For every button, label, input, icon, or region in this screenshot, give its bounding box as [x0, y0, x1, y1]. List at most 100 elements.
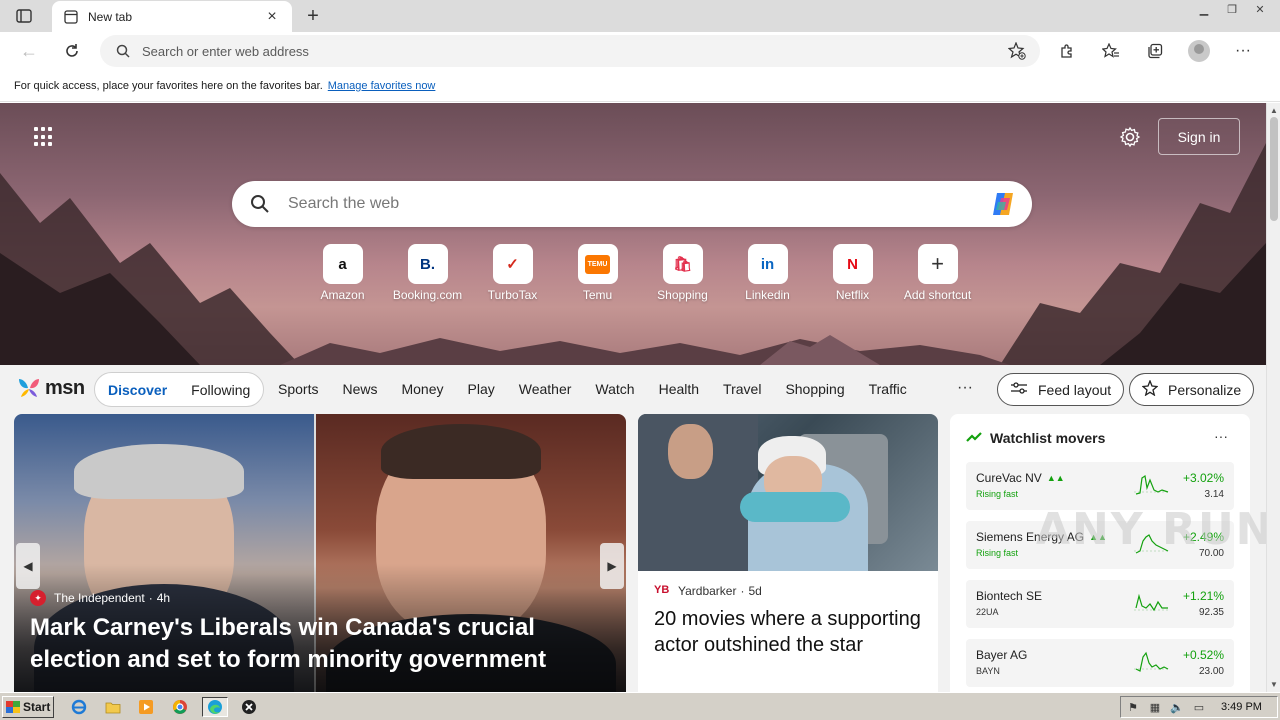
shortcut-label: Linkedin — [745, 288, 790, 302]
minimize-button[interactable]: ▁ — [1190, 0, 1218, 18]
restore-button[interactable]: ❐ — [1218, 0, 1246, 18]
puzzle-icon — [1061, 44, 1072, 58]
tab-actions-button[interactable] — [8, 6, 40, 26]
watchlist-more-button[interactable]: ··· — [1214, 428, 1228, 444]
favorites-button[interactable] — [1096, 38, 1126, 64]
shortcut-turbotax[interactable]: ✓ TurboTax — [470, 244, 555, 302]
apps-launcher-icon[interactable] — [34, 127, 54, 147]
close-tab-icon[interactable]: × — [264, 8, 280, 25]
carousel-next-button[interactable]: ▶ — [600, 543, 624, 589]
windows-flag-icon — [6, 701, 20, 713]
manage-favorites-link[interactable]: Manage favorites now — [328, 80, 436, 92]
extensions-button[interactable] — [1052, 38, 1082, 64]
network-tray-icon[interactable]: ▦ — [1147, 700, 1163, 714]
scroll-up-arrow-icon[interactable]: ▲ — [1269, 105, 1279, 115]
nav-link-news[interactable]: News — [342, 381, 377, 397]
hero-headline[interactable]: Mark Carney's Liberals win Canada's cruc… — [30, 612, 620, 676]
msn-nav-bar: msn Discover Following Sports News Money Pl… — [0, 365, 1266, 413]
rising-icon: ▲▲ — [1046, 473, 1065, 483]
watchlist-movers-card: Watchlist movers ··· CureVac NV ▲▲ Rising … — [950, 414, 1250, 704]
amazon-icon: a — [322, 244, 363, 284]
copilot-icon[interactable] — [988, 189, 1018, 219]
file-explorer-taskbar-icon[interactable] — [102, 697, 124, 717]
search-icon — [116, 44, 130, 58]
sliders-icon — [1010, 381, 1028, 398]
address-placeholder: Search or enter web address — [142, 43, 309, 59]
edge-taskbar-icon[interactable] — [202, 697, 228, 717]
nav-link-play[interactable]: Play — [468, 381, 495, 397]
movie-headline[interactable]: 20 movies where a supporting actor outsh… — [654, 606, 924, 658]
stock-row[interactable]: Bayer AG BAYN +0.52% 23.00 — [966, 639, 1234, 687]
msn-wordmark: msn — [45, 376, 85, 399]
scroll-thumb[interactable] — [1270, 117, 1278, 221]
shortcut-label: Booking.com — [392, 288, 463, 302]
article-photo — [638, 414, 938, 571]
shortcut-booking-com[interactable]: B. Booking.com — [385, 244, 470, 302]
mountain-landscape — [0, 143, 1266, 365]
address-bar[interactable]: Search or enter web address — [100, 35, 1040, 67]
tab-following[interactable]: Following — [191, 382, 250, 398]
favorites-star-icon — [1102, 43, 1119, 58]
stock-price: 23.00 — [1198, 666, 1224, 677]
media-player-taskbar-icon[interactable] — [135, 697, 157, 717]
app-taskbar-icon[interactable] — [238, 697, 260, 717]
personalize-button[interactable]: Personalize — [1129, 373, 1255, 406]
search-placeholder: Search the web — [288, 195, 400, 212]
page-settings-icon[interactable] — [1118, 125, 1142, 149]
tab-discover[interactable]: Discover — [108, 382, 167, 398]
sign-in-button[interactable]: Sign in — [1158, 118, 1240, 155]
nav-link-weather[interactable]: Weather — [519, 381, 572, 397]
nav-link-traffic[interactable]: Traffic — [869, 381, 907, 397]
settings-more-button[interactable]: ··· — [1228, 38, 1258, 64]
flag-tray-icon[interactable]: ⚑ — [1125, 700, 1141, 714]
shopping-icon: 🛍 — [662, 244, 703, 284]
stock-row[interactable]: CureVac NV ▲▲ Rising fast +3.02% 3.14 — [966, 462, 1234, 510]
collections-button[interactable] — [1140, 38, 1170, 64]
tab-new-tab[interactable]: New tab × — [52, 1, 292, 32]
feed-layout-button[interactable]: Feed layout — [997, 373, 1125, 406]
new-tab-button[interactable]: + — [302, 5, 324, 27]
shortcut-label: Amazon — [320, 288, 365, 302]
stock-name: Biontech SE — [976, 589, 1043, 603]
msn-logo[interactable]: msn — [16, 376, 85, 400]
shortcut-netflix[interactable]: N Netflix — [810, 244, 895, 302]
add-favorite-icon[interactable] — [1008, 42, 1026, 60]
back-button[interactable]: ← — [16, 38, 42, 64]
new-tab-page-icon — [64, 9, 78, 24]
ie-taskbar-icon[interactable] — [68, 697, 90, 717]
web-search-box[interactable]: Search the web — [232, 181, 1032, 227]
hero-news-card[interactable]: ◀ ▶ ✦ The Independent · 4h Mark Carney's… — [14, 414, 626, 704]
start-button[interactable]: Start — [2, 696, 54, 718]
nav-link-sports[interactable]: Sports — [278, 381, 318, 397]
scroll-down-arrow-icon[interactable]: ▼ — [1269, 679, 1279, 689]
stock-row[interactable]: Biontech SE 22UA +1.21% 92.35 — [966, 580, 1234, 628]
nav-link-watch[interactable]: Watch — [595, 381, 634, 397]
shortcut-linkedin[interactable]: in Linkedin — [725, 244, 810, 302]
shortcut-amazon[interactable]: a Amazon — [300, 244, 385, 302]
shortcuts-row: a Amazon B. Booking.com ✓ TurboTax TEMU Temu 🛍 Sh… — [300, 244, 980, 302]
more-categories-button[interactable]: ··· — [957, 379, 973, 397]
start-label: Start — [23, 700, 51, 714]
nav-link-health[interactable]: Health — [659, 381, 699, 397]
shortcut-add-shortcut[interactable]: + Add shortcut — [895, 244, 980, 302]
feed-layout-label: Feed layout — [1038, 381, 1112, 398]
refresh-button[interactable] — [59, 38, 85, 64]
nav-link-shopping[interactable]: Shopping — [785, 381, 844, 397]
windows-taskbar: Start ⚑ ▦ 🔈 ▭ 3:49 PM — [0, 692, 1280, 720]
shortcut-label: Netflix — [835, 288, 870, 302]
close-window-button[interactable]: ✕ — [1246, 0, 1274, 18]
profile-button[interactable] — [1184, 38, 1214, 64]
shortcut-temu[interactable]: TEMU Temu — [555, 244, 640, 302]
page-scrollbar[interactable]: ▲ ▼ — [1266, 103, 1280, 692]
nav-link-money[interactable]: Money — [401, 381, 443, 397]
volume-tray-icon[interactable]: 🔈 — [1169, 700, 1185, 714]
shortcut-shopping[interactable]: 🛍 Shopping — [640, 244, 725, 302]
separator-dot: · — [148, 591, 153, 605]
display-tray-icon[interactable]: ▭ — [1191, 700, 1207, 714]
chrome-taskbar-icon[interactable] — [169, 697, 191, 717]
stock-price: 92.35 — [1198, 607, 1224, 618]
stock-sparkline — [1134, 651, 1170, 672]
carousel-prev-button[interactable]: ◀ — [16, 543, 40, 589]
nav-link-travel[interactable]: Travel — [723, 381, 761, 397]
movie-news-card[interactable]: YB Yardbarker · 5d 20 movies where a sup… — [638, 414, 938, 704]
